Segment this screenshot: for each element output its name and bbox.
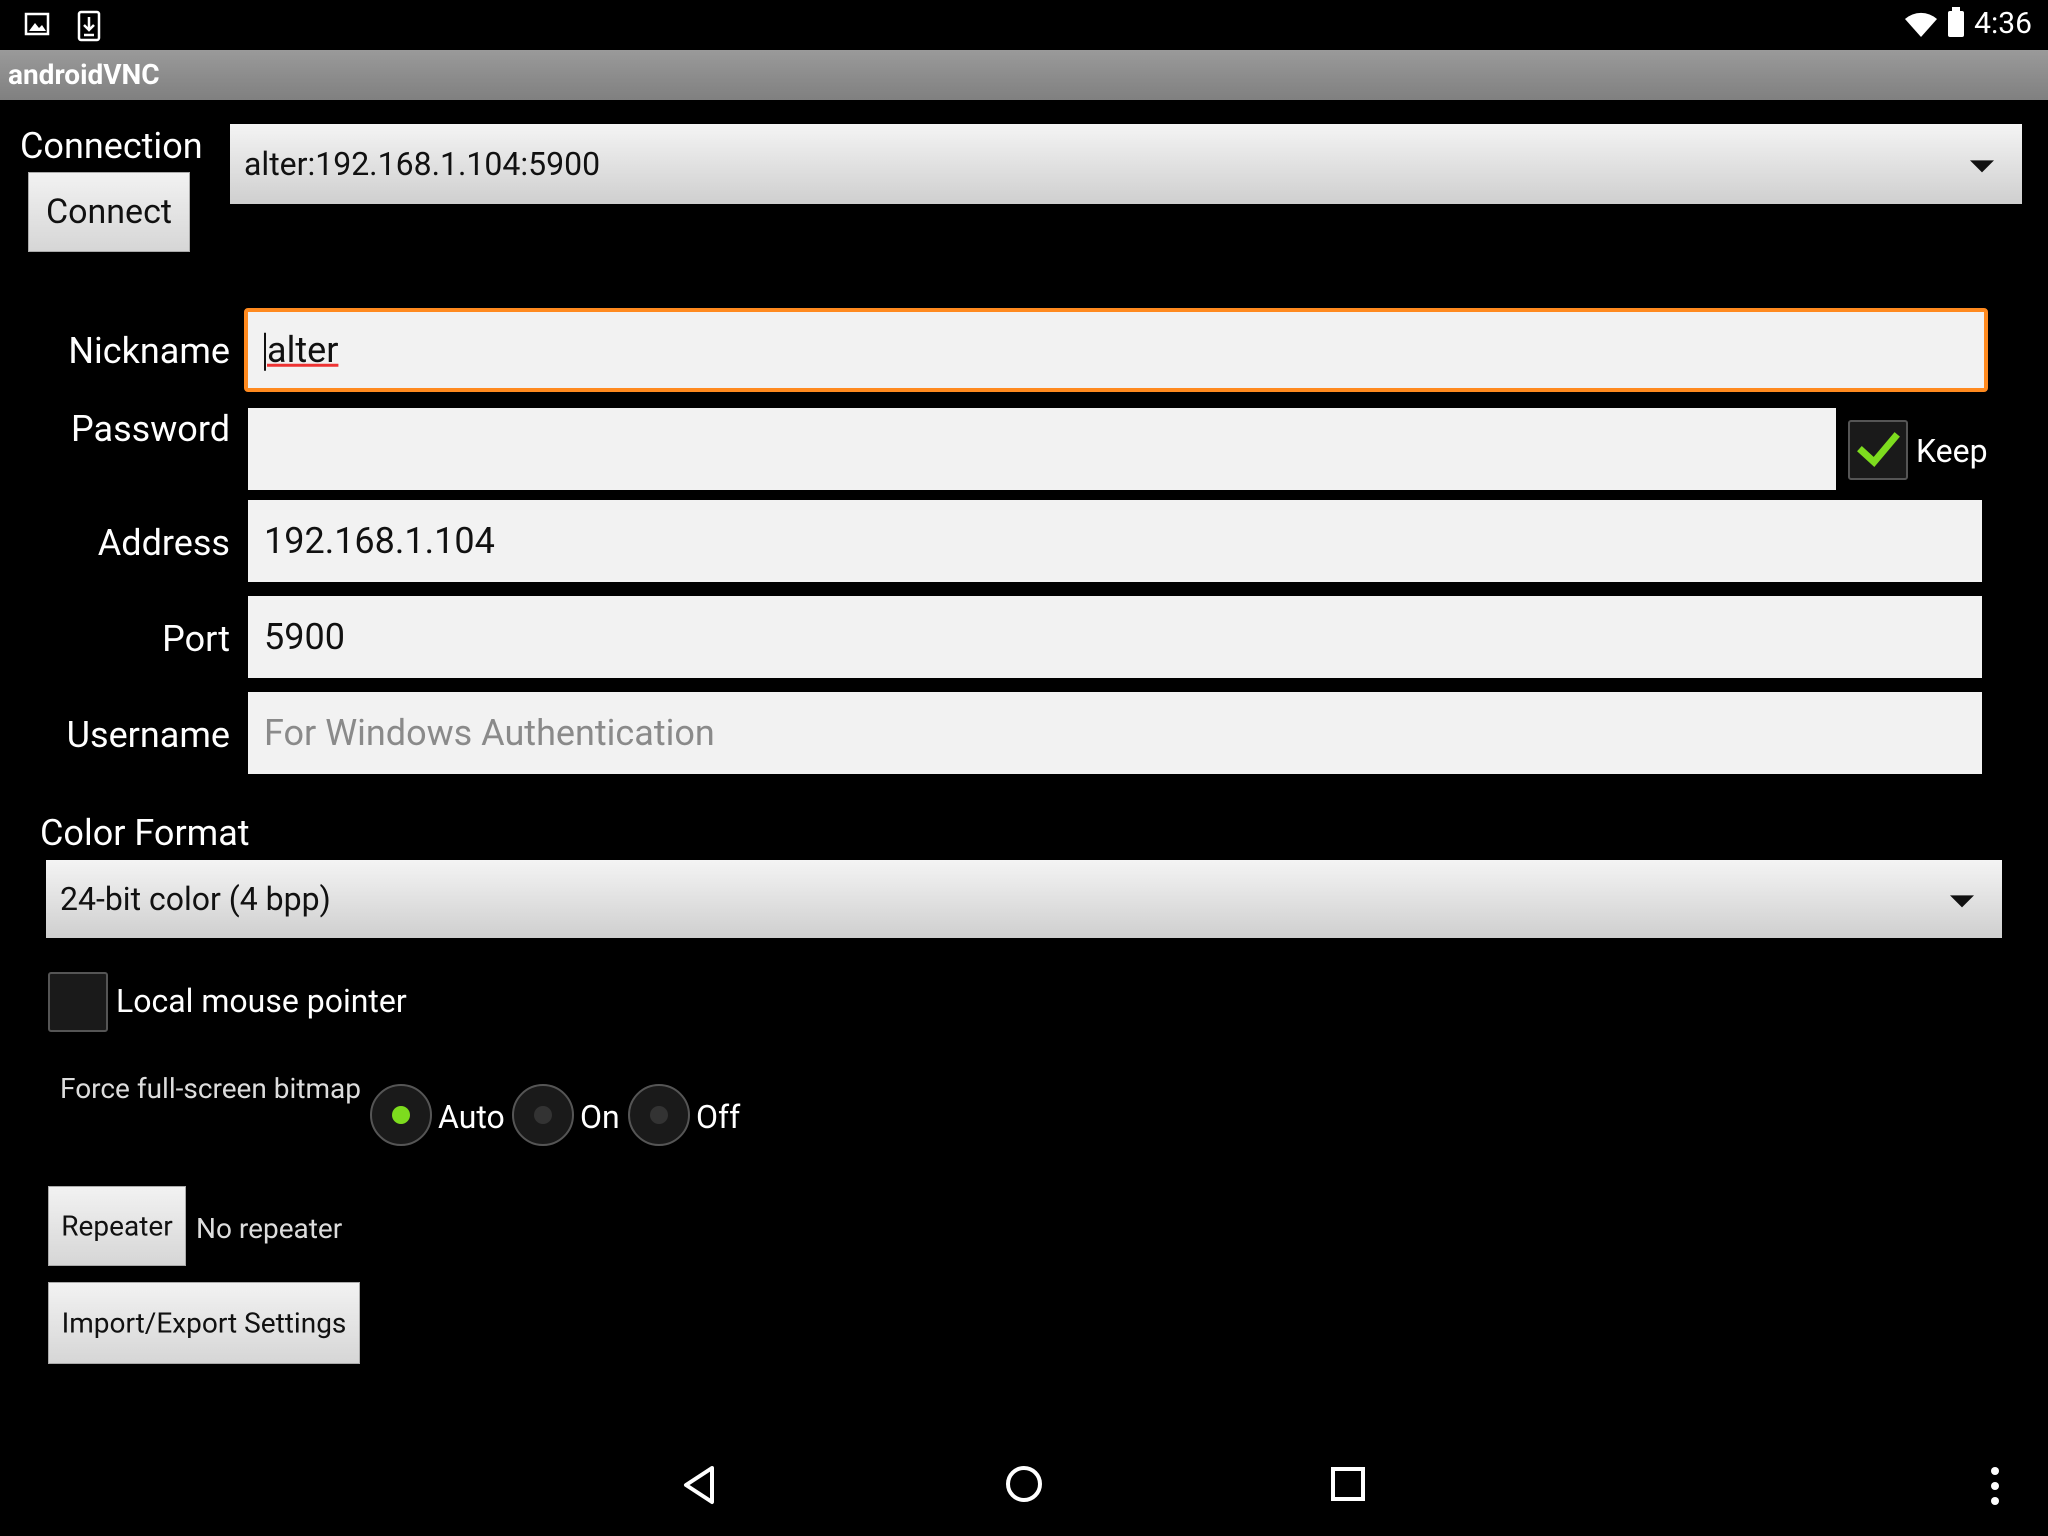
radio-on-label: On [580,1098,620,1136]
color-format-label: Color Format [40,812,250,854]
keep-label: Keep [1916,432,1988,470]
recents-icon[interactable] [1330,1466,1366,1506]
username-label: Username [66,714,230,756]
local-mouse-label: Local mouse pointer [116,982,407,1020]
radio-auto[interactable] [370,1084,432,1146]
image-icon [24,10,52,40]
connection-selected: alter:192.168.1.104:5900 [244,145,601,183]
clock: 4:36 [1974,6,2032,41]
radio-off[interactable] [628,1084,690,1146]
wifi-icon [1904,12,1938,42]
color-format-dropdown[interactable]: 24-bit color (4 bpp) [46,860,2002,938]
local-mouse-checkbox[interactable] [48,972,108,1032]
home-icon[interactable] [1004,1464,1044,1508]
chevron-down-icon [1970,160,1994,173]
text-caret [264,333,266,372]
nickname-field[interactable]: alter [244,308,1988,392]
radio-on[interactable] [512,1084,574,1146]
keep-checkbox[interactable] [1848,420,1908,480]
username-placeholder: For Windows Authentication [264,712,715,754]
address-field[interactable]: 192.168.1.104 [248,500,1982,582]
title-bar: androidVNC [0,50,2048,100]
back-icon[interactable] [680,1464,718,1510]
fullscreen-bitmap-label: Force full-screen bitmap [60,1072,361,1105]
app-title: androidVNC [8,58,160,91]
download-icon [76,10,104,42]
connect-button[interactable]: Connect [28,172,190,252]
battery-icon [1948,7,1964,37]
check-icon [1857,432,1900,468]
repeater-button[interactable]: Repeater [48,1186,186,1266]
radio-off-label: Off [696,1098,741,1136]
chevron-down-icon [1950,895,1974,908]
nickname-label: Nickname [68,330,230,372]
address-label: Address [97,522,230,564]
navigation-bar [0,1420,2048,1536]
status-bar: 4:36 [0,0,2048,50]
password-label: Password [70,408,230,450]
password-field[interactable] [248,408,1836,490]
username-field[interactable]: For Windows Authentication [248,692,1982,774]
connection-dropdown[interactable]: alter:192.168.1.104:5900 [230,124,2022,204]
radio-auto-label: Auto [438,1098,505,1136]
repeater-status: No repeater [196,1212,343,1245]
import-export-button[interactable]: Import/Export Settings [48,1282,360,1364]
connection-label: Connection [20,125,203,167]
color-format-selected: 24-bit color (4 bpp) [60,880,331,918]
overflow-menu-icon[interactable] [1988,1466,2002,1510]
port-label: Port [162,618,230,660]
port-field[interactable]: 5900 [248,596,1982,678]
